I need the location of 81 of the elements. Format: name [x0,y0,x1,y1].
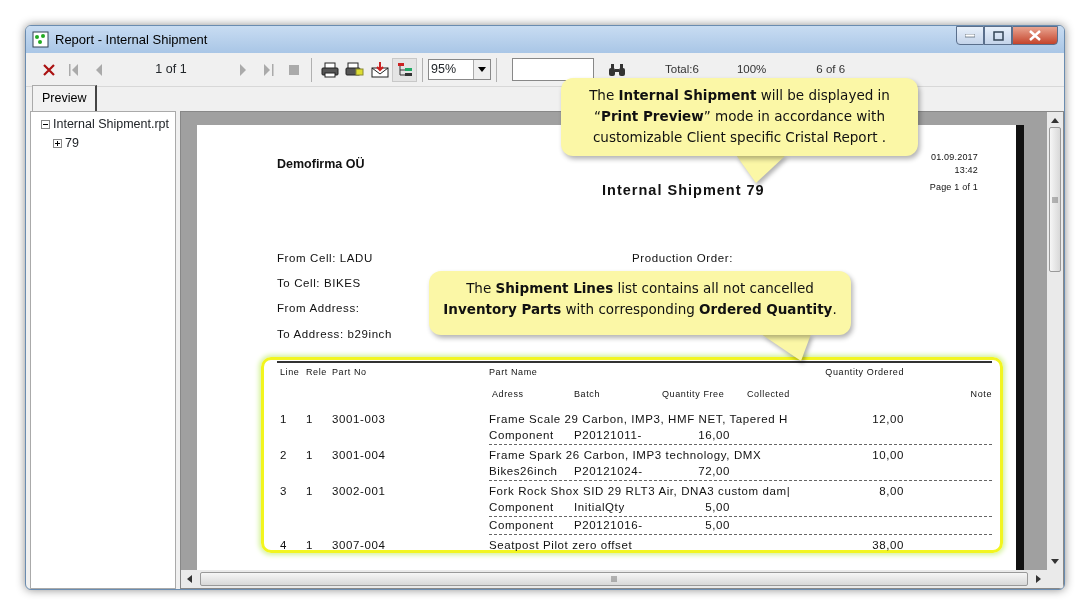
table-cell-text: 38,00 [871,537,904,553]
window-title: Report - Internal Shipment [55,30,208,49]
scroll-down-icon[interactable] [1051,559,1059,564]
table-cell-text: 1 [305,483,314,499]
column-header: Part No [332,365,368,379]
column-header: Quantity Ordered [824,365,904,379]
column-header: Adress [491,388,525,402]
table-cell-text: Fork Rock Shox SID 29 RLT3 Air, DNA3 custom dam| [489,483,792,499]
table-cell-text: 3001-003 [332,411,387,427]
scroll-right-icon[interactable] [1036,575,1041,583]
tree-item[interactable]: 79 [65,133,79,153]
table-cell-text: 1 [279,411,288,427]
minimize-button[interactable] [956,26,984,45]
table-cell-text: Frame Scale 29 Carbon, IMP3, HMF NET, Tapered H [489,411,789,427]
group-tree-icon[interactable] [392,57,417,82]
callout-tail [736,155,786,183]
table-cell-text: InitialQty [574,499,626,515]
column-header: Collected [747,388,790,402]
table-cell-text: Seatpost Pilot zero offset [489,537,634,553]
column-header: Quantity Free [662,388,726,402]
table-cell-text: Component [489,499,555,515]
table-cell-text: 3002-001 [332,483,387,499]
close-icon [1029,30,1041,41]
table-cell-text: 16,00 [697,427,730,443]
page-number: Page 1 of 1 [929,181,978,194]
table-cell-text: 1 [305,447,314,463]
table-cell-text: 72,00 [697,463,730,479]
table-cell-text: P20121024- [574,463,644,479]
page-indicator: 1 of 1 [154,61,188,79]
table-cell-text: Component [489,427,555,443]
expand-icon[interactable] [53,138,62,148]
column-header: Batch [574,388,601,402]
preview-tab[interactable]: Preview [32,85,98,111]
maximize-button[interactable] [984,26,1012,45]
status-text: Total:6 [665,63,699,75]
zoom-dropdown[interactable]: 95% [428,59,491,80]
status-text: 100% [736,63,767,75]
table-cell-text: 5,00 [704,517,730,533]
column-header: Line [279,365,301,379]
callout-tail [761,334,811,361]
table-cell-text: Frame Spark 26 Carbon, IMP3 technology, DMX [489,447,763,463]
minimize-icon [965,33,975,38]
column-header: Rele [305,365,328,379]
table-cell-text: 3 [279,483,288,499]
report-date: 01.09.2017 [929,151,978,164]
scrollbar-thumb[interactable] [200,572,1028,586]
collapse-icon[interactable] [41,119,50,129]
search-field[interactable] [512,58,594,81]
table-cell-text: 1 [305,537,314,553]
table-cell-text: 4 [279,537,288,553]
table-cell-text: Component [489,517,555,533]
company-name: Demofirma OÜ [277,156,366,173]
table-cell-text: 2 [279,447,288,463]
table-cell-text: 10,00 [871,447,904,463]
caret-icon [478,67,486,72]
maximize-icon [992,30,1004,41]
column-header: Note [969,388,992,402]
app-icon [32,31,49,48]
column-header: Part Name [489,365,539,379]
report-title: Internal Shipment 79 [601,181,766,200]
table-cell-text: Bikes26inch [489,463,559,479]
table-cell-text: 12,00 [871,411,904,427]
field-label: From Address: [277,301,360,317]
scroll-left-icon[interactable] [187,575,192,583]
table-cell-text: P20121011- [574,427,643,443]
field-label: To Address: b29inch [277,326,392,342]
field-label: From Cell: LADU [277,250,373,266]
table-cell-text: 8,00 [878,483,904,499]
report-time: 13:42 [953,164,978,177]
table-cell-text: 3007-004 [332,537,387,553]
status-text: 6 of 6 [816,63,846,75]
field-label: Production Order: [632,251,733,264]
table-cell-text: 1 [305,411,314,427]
scroll-up-icon[interactable] [1051,118,1059,123]
tree-item[interactable]: Internal Shipment.rpt [53,115,170,134]
scrollbar-thumb[interactable] [1049,127,1061,272]
close-button[interactable] [1012,26,1058,45]
table-cell-text: 5,00 [704,499,730,515]
field-label: To Cell: BIKES [277,276,361,291]
table-cell-text: 3001-004 [332,447,387,463]
table-cell-text: P20121016- [574,517,644,533]
